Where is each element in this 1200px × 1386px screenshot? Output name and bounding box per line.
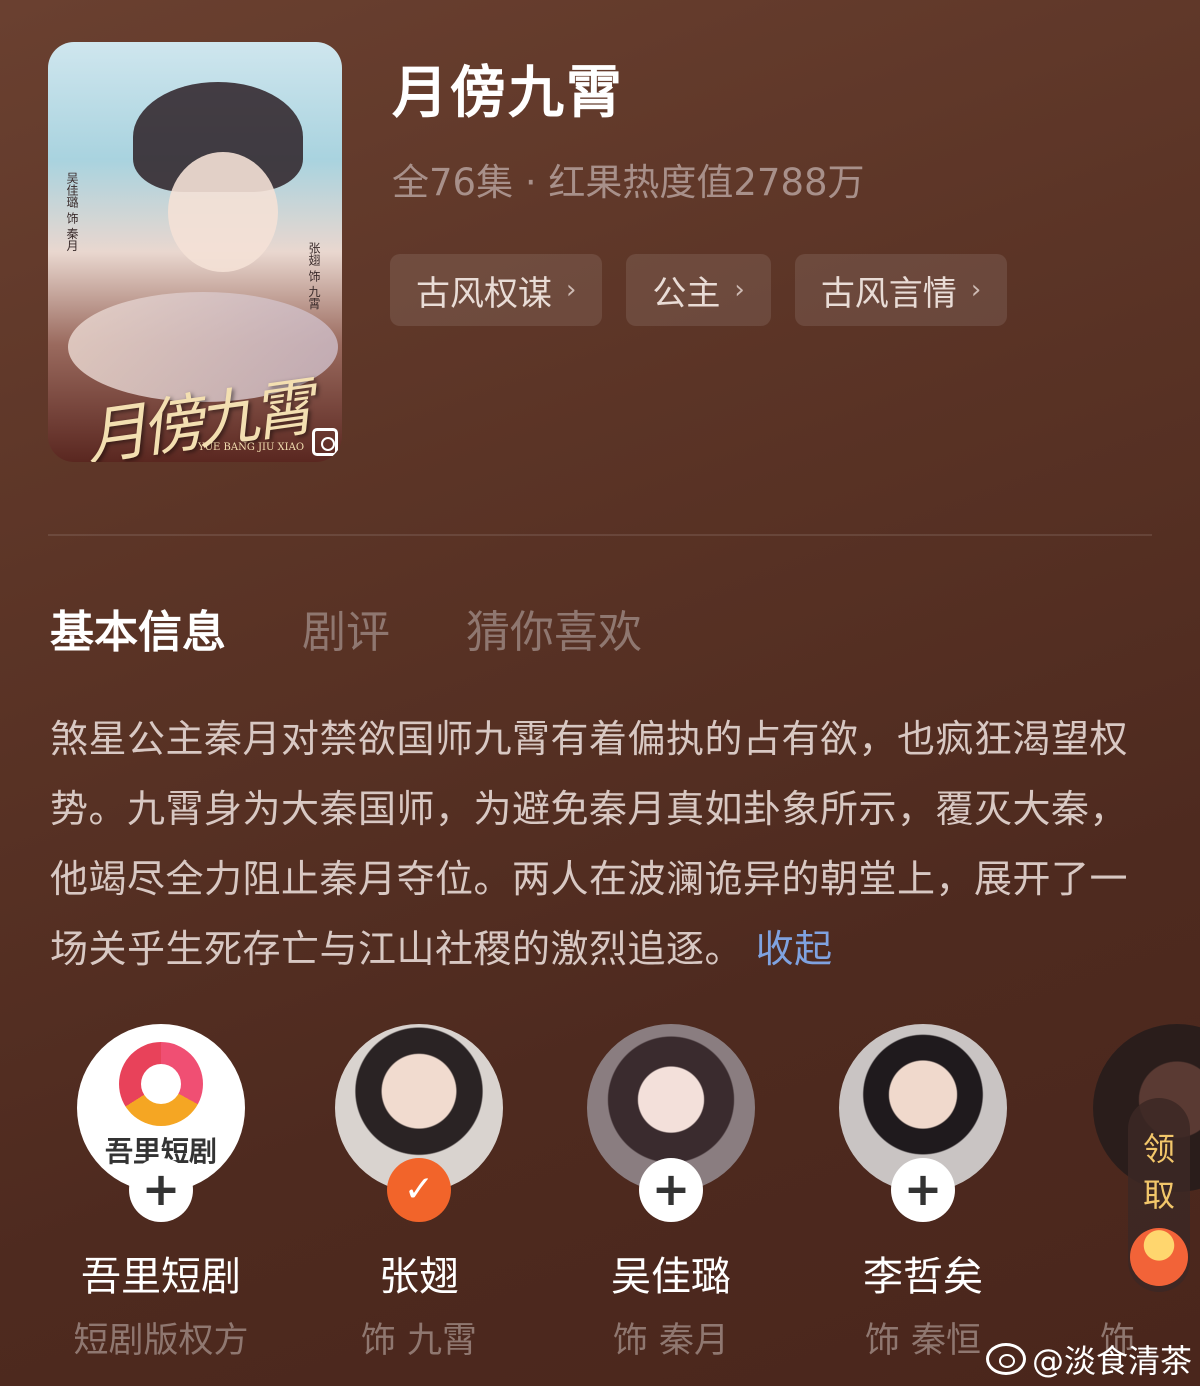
- info-tabs: 基本信息 剧评 猜你喜欢: [50, 596, 642, 660]
- brand-logo-icon: [119, 1042, 203, 1126]
- poster-art-face: [168, 152, 278, 272]
- chevron-right-icon: ›: [970, 275, 982, 305]
- weibo-icon: [986, 1343, 1026, 1375]
- poster-cast-right: 张翅 饰 九霄: [307, 242, 321, 310]
- follow-button[interactable]: +: [891, 1158, 955, 1222]
- synopsis: 煞星公主秦月对禁欲国师九霄有着偏执的占有欲，也疯狂渴望权势。九霄身为大秦国师，为…: [50, 704, 1160, 984]
- tab-basic-info[interactable]: 基本信息: [50, 596, 226, 660]
- reward-claim-button[interactable]: 领取: [1128, 1098, 1190, 1292]
- collapse-link[interactable]: 收起: [756, 927, 833, 971]
- watermark: @淡食清茶: [986, 1336, 1192, 1382]
- cast-name: 吾里短剧: [81, 1254, 241, 1300]
- drama-title: 月傍九霄: [392, 61, 624, 126]
- chevron-right-icon: ›: [734, 275, 745, 305]
- tab-recommendations[interactable]: 猜你喜欢: [466, 596, 642, 660]
- synopsis-text: 煞星公主秦月对禁欲国师九霄有着偏执的占有欲，也疯狂渴望权势。九霄身为大秦国师，为…: [50, 717, 1129, 971]
- cast-list: 吾里短剧 + 吾里短剧 短剧版权方 ✓ 张翅 饰 九霄 + 吴佳璐 饰 秦月 +…: [0, 1024, 1200, 1364]
- poster-en-text: YUE BANG JIU XIAO: [198, 442, 305, 453]
- tag-chip[interactable]: 古风言情 ›: [794, 254, 1008, 326]
- follow-button[interactable]: +: [129, 1158, 193, 1222]
- cast-name: 李哲矣: [863, 1254, 983, 1300]
- cast-role: 饰 九霄: [360, 1321, 478, 1361]
- followed-check-button[interactable]: ✓: [387, 1158, 451, 1222]
- poster-cast-left: 吴佳璐 饰 秦月: [65, 172, 79, 252]
- tag-chip[interactable]: 古风权谋 ›: [390, 254, 603, 326]
- reward-label: 领取: [1143, 1130, 1176, 1214]
- tag-list: 古风权谋 › 公主 › 古风言情 ›: [390, 254, 1008, 326]
- poster-badge-icon: [312, 428, 338, 456]
- chevron-right-icon: ›: [566, 275, 577, 305]
- drama-meta: 全76集 · 红果热度值2788万: [392, 161, 865, 204]
- tag-label: 公主: [652, 273, 721, 314]
- watermark-text: @淡食清茶: [1032, 1342, 1193, 1380]
- tag-label: 古风言情: [820, 273, 957, 314]
- cast-role: 饰 秦月: [612, 1321, 730, 1361]
- section-divider: [48, 534, 1152, 536]
- cast-name: 张翅: [379, 1254, 459, 1300]
- red-envelope-icon: [1130, 1228, 1188, 1286]
- tab-reviews[interactable]: 剧评: [302, 596, 390, 660]
- follow-button[interactable]: +: [639, 1158, 703, 1222]
- tag-label: 古风权谋: [416, 273, 552, 314]
- tag-chip[interactable]: 公主 ›: [626, 254, 771, 326]
- cast-role: 短剧版权方: [73, 1321, 249, 1361]
- cast-name: 吴佳璐: [611, 1254, 731, 1300]
- drama-poster[interactable]: 吴佳璐 饰 秦月 张翅 饰 九霄 月傍九霄 YUE BANG JIU XIAO: [48, 42, 342, 462]
